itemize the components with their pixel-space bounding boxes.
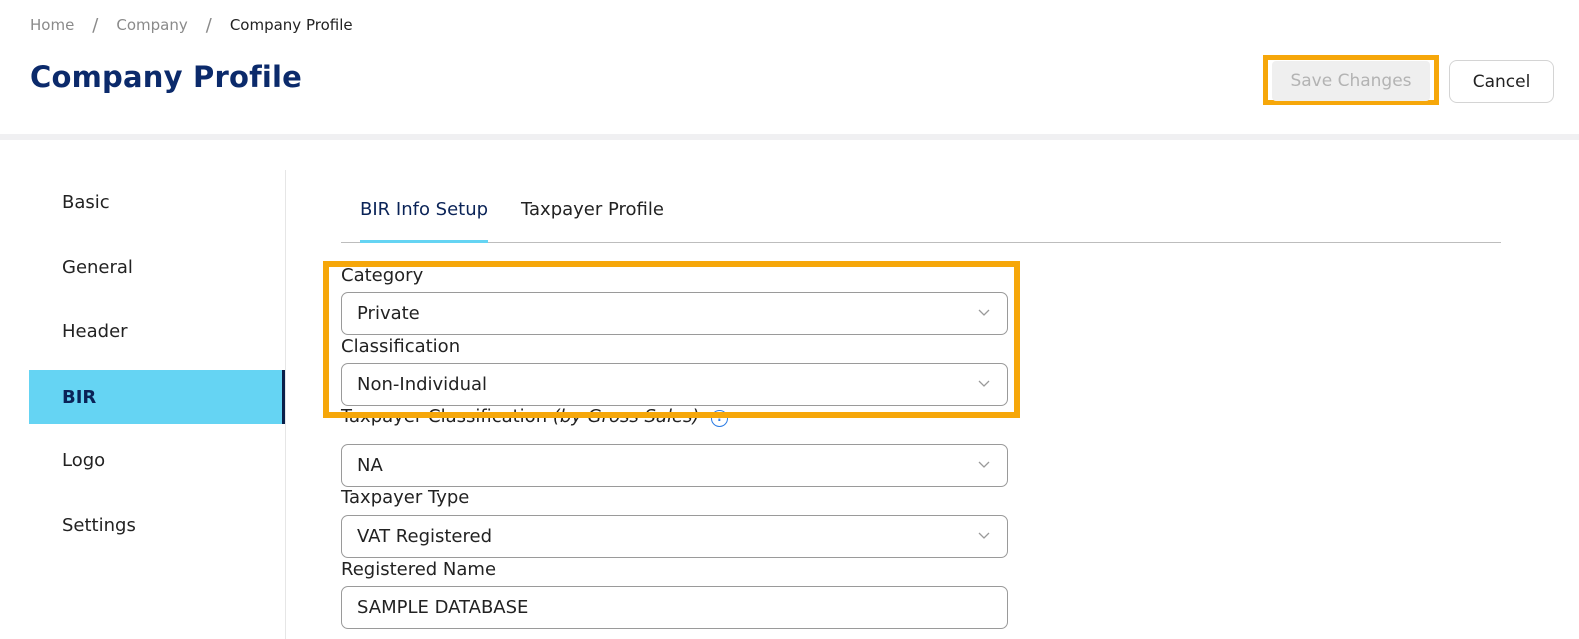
chevron-down-icon — [978, 309, 990, 316]
classification-value: Non-Individual — [357, 374, 488, 395]
category-value: Private — [357, 303, 420, 324]
registered-name-value: SAMPLE DATABASE — [357, 597, 529, 618]
breadcrumb: Home / Company / Company Profile — [30, 14, 353, 36]
chevron-down-icon — [978, 380, 990, 387]
chevron-down-icon — [978, 532, 990, 539]
category-select[interactable]: Private — [341, 292, 1008, 335]
taxpayer-type-value: VAT Registered — [357, 526, 493, 547]
registered-name-label: Registered Name — [341, 559, 497, 580]
breadcrumb-home[interactable]: Home — [30, 16, 74, 34]
taxpayer-classification-label-text: Taxpayer Classification — [341, 406, 548, 427]
breadcrumb-current: Company Profile — [229, 16, 353, 34]
chevron-down-icon — [978, 461, 990, 468]
tab-taxpayer-profile[interactable]: Taxpayer Profile — [521, 190, 664, 243]
taxpayer-type-select[interactable]: VAT Registered — [341, 515, 1008, 558]
tab-bar: BIR Info Setup Taxpayer Profile — [341, 190, 1501, 243]
sidebar-divider — [285, 170, 286, 639]
page-title: Company Profile — [30, 60, 303, 94]
taxpayer-type-label: Taxpayer Type — [341, 487, 470, 508]
breadcrumb-company[interactable]: Company — [116, 16, 187, 34]
sidebar-item-basic[interactable]: Basic — [29, 175, 286, 229]
header-divider — [0, 134, 1579, 140]
sidebar-item-logo[interactable]: Logo — [29, 433, 286, 487]
breadcrumb-separator: / — [205, 14, 212, 36]
classification-select[interactable]: Non-Individual — [341, 363, 1008, 406]
help-icon[interactable]: ? — [711, 410, 729, 427]
sidebar-item-bir[interactable]: BIR — [29, 370, 286, 424]
breadcrumb-separator: / — [92, 14, 99, 36]
taxpayer-classification-value: NA — [357, 455, 383, 476]
save-changes-button[interactable]: Save Changes — [1272, 61, 1430, 101]
category-label: Category — [341, 265, 424, 286]
page-header: Home / Company / Company Profile Company… — [0, 0, 1579, 134]
taxpayer-classification-label-note: (by Gross Sales) — [552, 406, 700, 427]
taxpayer-classification-label: Taxpayer Classification (by Gross Sales)… — [341, 406, 729, 427]
sidebar-item-header[interactable]: Header — [29, 304, 286, 358]
cancel-button[interactable]: Cancel — [1449, 60, 1554, 103]
classification-label: Classification — [341, 336, 461, 357]
sidebar-item-general[interactable]: General — [29, 240, 286, 294]
registered-name-input[interactable]: SAMPLE DATABASE — [341, 586, 1008, 629]
taxpayer-classification-select[interactable]: NA — [341, 444, 1008, 487]
sidebar-item-settings[interactable]: Settings — [29, 498, 286, 552]
tab-bir-info-setup[interactable]: BIR Info Setup — [360, 190, 489, 243]
